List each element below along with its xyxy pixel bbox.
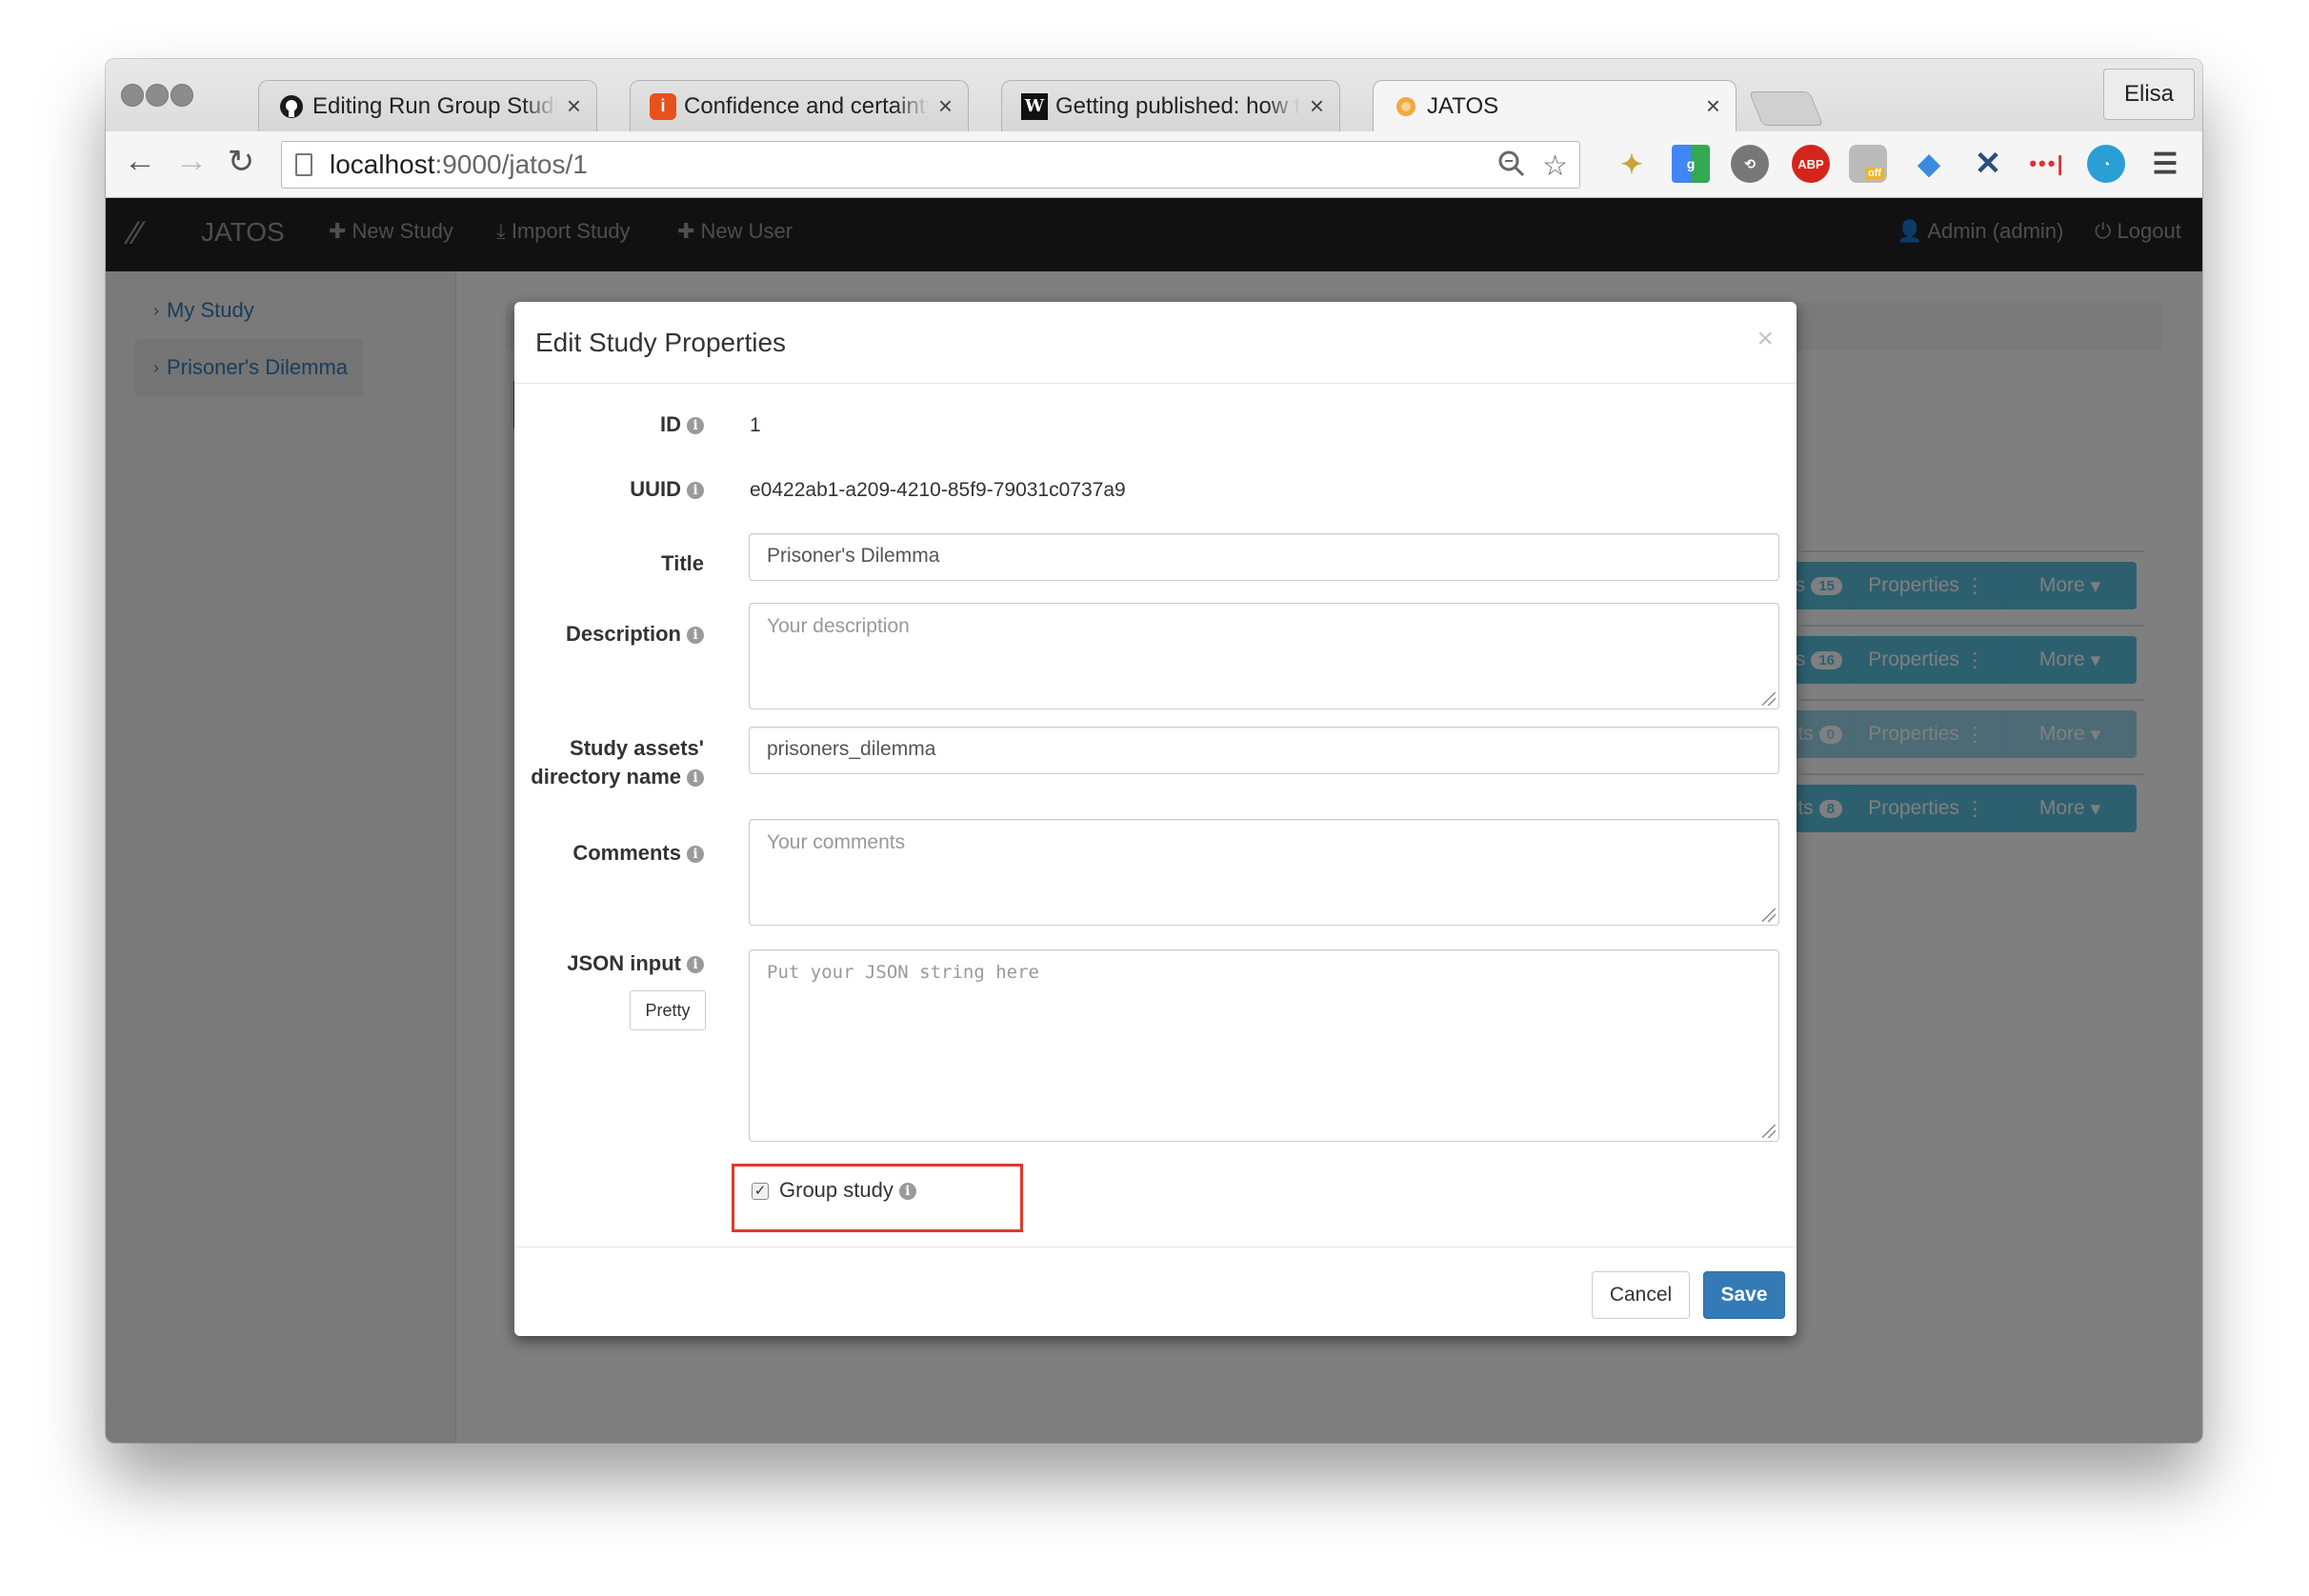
json-placeholder: Put your JSON string here [767, 962, 1039, 983]
group-study-checkbox[interactable]: ✓ [752, 1183, 769, 1200]
tab-wiki[interactable]: W Getting published: how to write × [1001, 80, 1340, 131]
title-label: Title [661, 551, 704, 575]
group-study-label-text: Group study [779, 1178, 893, 1202]
zoom-icon[interactable] [1497, 150, 1526, 186]
browser-window: Editing Run Group Studies · JATOS × i Co… [106, 59, 2202, 1443]
tab-strip: Editing Run Group Studies · JATOS × i Co… [106, 59, 2202, 131]
tab-github[interactable]: Editing Run Group Studies · JATOS × [258, 80, 597, 131]
id-label: ID i [660, 410, 704, 439]
browser-toolbar: ← → ↻ localhost :9000/jatos/1 ☆ ✦ g ⟲ AB… [106, 131, 2202, 198]
info-icon[interactable]: i [687, 417, 704, 434]
uuid-label: UUID i [630, 475, 704, 504]
group-study-label[interactable]: Group study i [779, 1178, 916, 1203]
uuid-value: e0422ab1-a209-4210-85f9-79031c0737a9 [750, 479, 1126, 501]
description-label-text: Description [565, 622, 681, 646]
description-label: Description i [566, 620, 704, 648]
dots-icon[interactable]: •••| [2028, 145, 2066, 183]
tab-title: JATOS [1427, 92, 1499, 119]
abp-icon[interactable]: ABP [1792, 145, 1830, 183]
off-label: off [1864, 168, 1885, 179]
new-tab-button[interactable] [1748, 91, 1824, 126]
id-value: 1 [750, 414, 761, 436]
url-host: localhost [330, 150, 435, 179]
tab-title: Confidence and certainty: distinct [684, 92, 929, 119]
info-icon[interactable]: i [687, 956, 704, 973]
tab-title: Editing Run Group Studies · JATOS [312, 92, 557, 119]
json-input-textarea[interactable]: Put your JSON string here [749, 949, 1779, 1142]
minimize-window-button[interactable] [146, 84, 169, 107]
info-icon[interactable]: i [687, 846, 704, 863]
description-placeholder: Your description [767, 615, 910, 637]
google-icon[interactable]: g [1672, 145, 1710, 183]
close-icon[interactable]: × [938, 91, 953, 121]
id-label-text: ID [660, 412, 681, 436]
maximize-window-button[interactable] [171, 84, 193, 107]
profile-button[interactable]: Elisa [2103, 69, 2195, 120]
tab-title: Getting published: how to write [1055, 92, 1300, 119]
close-window-button[interactable] [121, 84, 144, 107]
page-icon [295, 153, 312, 176]
diamond-icon[interactable]: ◆ [1910, 145, 1948, 183]
resize-handle[interactable] [1762, 1125, 1776, 1138]
wiki-icon: W [1021, 92, 1048, 120]
wand-icon[interactable]: ✦ [1613, 145, 1651, 183]
comments-textarea[interactable]: Your comments [749, 819, 1779, 926]
share-icon[interactable]: ⟲ [1731, 145, 1769, 183]
pretty-button[interactable]: Pretty [630, 990, 706, 1030]
cross-icon[interactable]: ✕ [1969, 145, 2007, 183]
modal-title: Edit Study Properties [535, 328, 787, 357]
close-icon[interactable]: × [1757, 323, 1774, 355]
close-icon[interactable]: × [1706, 91, 1720, 121]
clock-icon[interactable]: ◔ [2087, 145, 2125, 183]
info-icon[interactable]: i [687, 482, 704, 499]
cancel-button[interactable]: Cancel [1592, 1271, 1690, 1319]
comments-label-text: Comments [572, 841, 681, 865]
incognito-icon[interactable]: off [1849, 145, 1887, 183]
info-icon[interactable]: i [687, 627, 704, 644]
address-bar[interactable]: localhost :9000/jatos/1 ☆ [281, 141, 1580, 189]
reload-icon[interactable]: ↻ [220, 143, 262, 181]
info-icon[interactable]: i [898, 1183, 916, 1200]
menu-icon[interactable]: ☰ [2146, 145, 2184, 183]
orcid-icon: i [650, 92, 676, 120]
back-arrow-icon[interactable]: ← [119, 143, 161, 180]
comments-label: Comments i [572, 839, 704, 868]
info-icon[interactable]: i [687, 769, 704, 787]
json-label-text: JSON input [567, 951, 681, 975]
github-icon [278, 93, 305, 120]
assets-label-line2: directory name [531, 765, 681, 788]
tab-jatos[interactable]: JATOS × [1373, 80, 1737, 131]
assets-directory-input[interactable]: prisoners_dilemma [749, 727, 1779, 774]
forward-arrow-icon[interactable]: → [171, 143, 212, 180]
uuid-label-text: UUID [630, 477, 681, 501]
close-icon[interactable]: × [567, 91, 581, 121]
bookmark-star-icon[interactable]: ☆ [1542, 150, 1568, 183]
page-content: ⁄⁄ JATOS ✚ New Study ⤓ Import Study ✚ Ne… [106, 198, 2202, 1443]
close-icon[interactable]: × [1310, 91, 1324, 121]
save-button[interactable]: Save [1703, 1271, 1785, 1319]
comments-placeholder: Your comments [767, 831, 906, 853]
modal-header: Edit Study Properties × [514, 302, 1797, 384]
assets-label-line1: Study assets' [570, 736, 704, 760]
url-path: :9000/jatos/1 [434, 150, 588, 179]
assets-label: Study assets' directory name i [531, 734, 704, 791]
edit-study-properties-modal: Edit Study Properties × ID i 1 UUID i e042… [514, 302, 1797, 1336]
tab-orcid[interactable]: i Confidence and certainty: distinct × [630, 80, 969, 131]
resize-handle[interactable] [1762, 908, 1776, 922]
resize-handle[interactable] [1762, 692, 1776, 706]
json-input-label: JSON input i [567, 949, 704, 978]
title-input[interactable]: Prisoner's Dilemma [749, 533, 1779, 581]
jatos-favicon [1393, 93, 1419, 120]
description-textarea[interactable]: Your description [749, 603, 1779, 709]
